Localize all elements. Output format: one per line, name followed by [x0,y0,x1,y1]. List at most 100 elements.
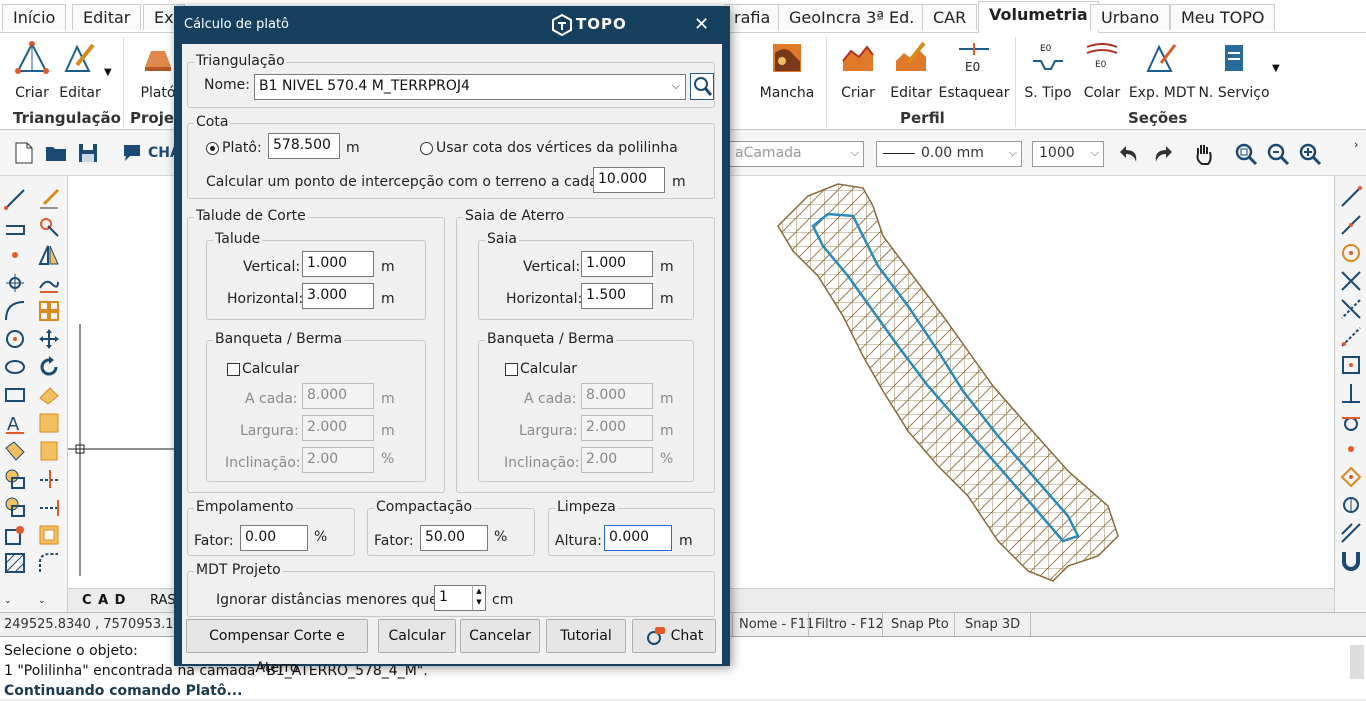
ellipse-tool-icon[interactable] [4,356,26,378]
zoom-in-icon[interactable] [1298,142,1322,166]
snap-tangent-icon[interactable] [1340,410,1362,432]
snap-point-icon[interactable] [4,272,26,294]
triangulation-edit-button[interactable]: Editar [50,41,110,101]
snap-endpoint-icon[interactable] [1340,186,1362,208]
snap-center-icon[interactable] [1340,242,1362,264]
snap-intersection-icon[interactable] [1340,270,1362,292]
text-tool-icon[interactable]: A [4,412,26,434]
tab-car[interactable]: CAR [922,4,978,30]
trim-tool-icon[interactable] [38,216,60,238]
snap-nearest-icon[interactable] [1340,438,1362,460]
ignorar-distancias-stepper[interactable]: 1 ▲ ▼ [434,585,486,611]
label-tool-icon[interactable] [4,440,26,462]
tutorial-button[interactable]: Tutorial [546,619,626,653]
empolamento-fator-input[interactable]: 0.00 [240,525,308,551]
palette-scroll-icon[interactable]: ⌄ [4,596,12,606]
snap-node-icon[interactable] [1340,494,1362,516]
perfil-edit-button[interactable]: Editar [881,41,941,101]
snap-apparent-icon[interactable] [1340,298,1362,320]
snap-quadrant-icon[interactable] [1340,466,1362,488]
scale-select[interactable]: 1000 ⌵ [1032,141,1104,167]
estaquear-button[interactable]: E0 Estaquear [938,41,1010,101]
close-icon[interactable]: ✕ [694,14,709,35]
tab-editar[interactable]: Editar [72,4,142,30]
tab-raster[interactable]: RAS [150,593,176,608]
layer-tool-icon[interactable] [4,468,26,490]
snap-parallel-icon[interactable] [1340,522,1362,544]
corte-berma-checkbox[interactable] [227,363,240,376]
rotate-tool-icon[interactable] [38,356,60,378]
status-snap-3d-toggle[interactable]: Snap 3D [954,613,1032,636]
fillet-tool-icon[interactable] [38,552,60,574]
corte-vertical-input[interactable]: 1.000 [302,251,374,277]
corte-largura-input[interactable]: 2.000 [302,415,374,441]
block-tool-icon[interactable] [38,412,60,434]
zoom-window-icon[interactable] [1266,142,1290,166]
compensar-corte-aterro-button[interactable]: Compensar Corte e Aterro [186,619,368,676]
magnet-icon[interactable] [1340,550,1362,572]
dropdown-arrow-icon[interactable]: ▼ [104,67,112,78]
aterro-vertical-input[interactable]: 1.000 [581,251,653,277]
insert-tool-icon[interactable] [4,524,26,546]
line-tool-icon[interactable] [4,188,26,210]
terrain-tool-icon[interactable] [38,272,60,294]
tab-meu-topo[interactable]: Meu TOPO [1170,4,1276,30]
compactacao-fator-input[interactable]: 50.00 [420,525,488,551]
open-folder-icon[interactable] [44,141,68,165]
arc-tool-icon[interactable] [4,300,26,322]
triangulation-name-select[interactable]: B1 NIVEL 570.4 M_TERRPROJ4 ⌵ [254,74,686,100]
toolbar-overflow-icon[interactable]: › [1354,138,1358,151]
aterro-acada-input[interactable]: 8.000 [581,383,653,409]
dialog-titlebar[interactable]: Cálculo de platô TOPO ✕ [174,6,730,44]
select-triangulation-button[interactable] [690,73,714,100]
cancelar-button[interactable]: Cancelar [460,619,540,653]
corte-acada-input[interactable]: 8.000 [302,383,374,409]
tab-urbano[interactable]: Urbano [1090,4,1171,30]
status-snap-point-toggle[interactable]: Snap Pto [882,613,957,636]
aterro-inclinacao-input[interactable]: 2.00 [581,447,653,473]
usar-cota-vertices-radio[interactable] [420,142,433,155]
corte-inclinacao-input[interactable]: 2.00 [302,447,374,473]
save-icon[interactable] [76,141,100,165]
calcular-button[interactable]: Calcular [378,619,456,653]
colar-button[interactable]: E0 Colar [1072,41,1132,101]
palette-scroll-icon[interactable]: ⌄ [38,596,46,606]
rectangle-tool-icon[interactable] [4,384,26,406]
limpeza-altura-input[interactable]: 0.000 [604,525,672,551]
exp-mdt-button[interactable]: Exp. MDT [1126,41,1198,101]
snap-insert-icon[interactable] [1340,354,1362,376]
snap-midpoint-icon[interactable] [1340,214,1362,236]
tab-inicio[interactable]: Início [2,4,67,30]
erase-tool-icon[interactable] [38,384,60,406]
grid-tool-icon[interactable] [38,300,60,322]
chat-button[interactable]: Chat [632,619,716,653]
tab-volumetria[interactable]: Volumetria [978,1,1099,33]
tab-geoincra[interactable]: GeoIncra 3ª Ed. [778,4,926,30]
spin-arrows-icon[interactable]: ▲ ▼ [472,586,485,610]
group-tool-icon[interactable] [4,496,26,518]
new-file-icon[interactable] [12,141,36,165]
aterro-berma-checkbox[interactable] [505,363,518,376]
intercept-interval-input[interactable]: 10.000 [593,167,665,193]
tab-topografia[interactable]: rafia [724,4,782,30]
status-filtro-toggle[interactable]: Filtro - F12 [808,613,890,636]
redo-icon[interactable] [1150,142,1174,166]
undo-icon[interactable] [1118,142,1142,166]
layer-select[interactable]: aCamada ⌵ [728,141,864,167]
tab-cad[interactable]: C A D [82,593,126,608]
command-scrollbar[interactable] [1350,645,1364,679]
mirror-tool-icon[interactable] [38,244,60,266]
perfil-create-button[interactable]: Criar [828,41,888,101]
dropdown-arrow-icon[interactable]: ▼ [1272,63,1280,74]
line-width-select[interactable]: 0.00 mm ⌵ [876,141,1022,167]
corte-horizontal-input[interactable]: 3.000 [302,283,374,309]
hatch-tool-icon[interactable] [4,552,26,574]
extend-tool-icon[interactable] [38,496,60,518]
plato-elevation-input[interactable]: 578.500 [268,133,340,159]
aterro-largura-input[interactable]: 2.000 [581,415,653,441]
pan-hand-icon[interactable] [1192,142,1216,166]
point-tool-icon[interactable] [4,244,26,266]
snap-perpendicular-icon[interactable] [1340,382,1362,404]
page-tool-icon[interactable] [38,440,60,462]
polyline-tool-icon[interactable] [4,216,26,238]
